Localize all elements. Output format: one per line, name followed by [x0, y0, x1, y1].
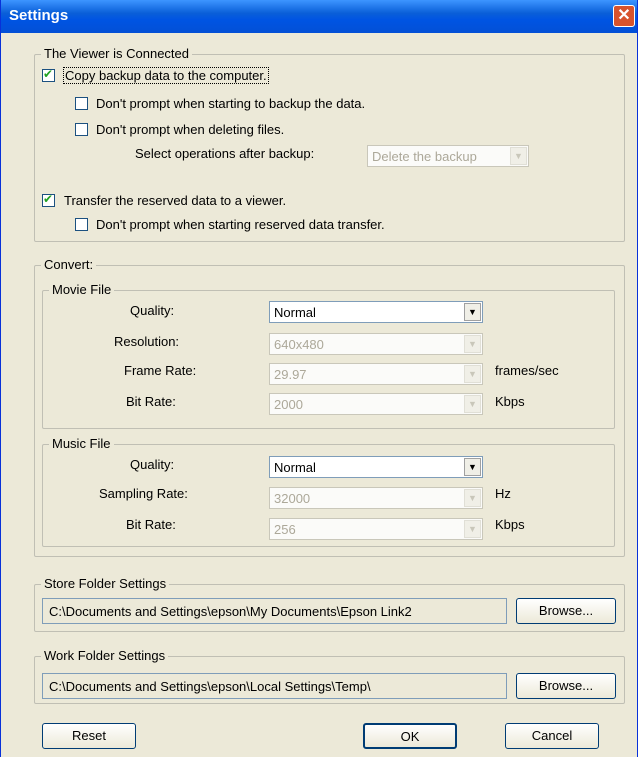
movie-quality-label: Quality:: [130, 303, 175, 318]
close-icon[interactable]: ✕: [613, 5, 635, 27]
chevron-down-icon[interactable]: ▼: [464, 458, 481, 476]
music-sampling-select[interactable]: 32000 ▼: [269, 487, 483, 509]
after-backup-value: Delete the backup: [372, 149, 477, 164]
work-browse-button[interactable]: Browse...: [516, 673, 616, 699]
movie-bit-rate-label: Bit Rate:: [126, 394, 176, 409]
store-folder-path: C:\Documents and Settings\epson\My Docum…: [42, 598, 507, 624]
after-backup-select[interactable]: Delete the backup ▼: [367, 145, 529, 167]
title-bar: Settings ✕: [1, 0, 637, 33]
movie-frame-rate-label: Frame Rate:: [124, 363, 197, 378]
music-sampling-value: 32000: [274, 491, 311, 506]
movie-frame-rate-value: 29.97: [274, 367, 307, 382]
chevron-down-icon[interactable]: ▼: [464, 489, 481, 507]
music-quality-label: Quality:: [130, 457, 175, 472]
chevron-down-icon[interactable]: ▼: [464, 365, 481, 383]
music-bit-rate-value: 256: [274, 522, 296, 537]
no-prompt-transfer-checkbox[interactable]: [75, 218, 88, 231]
ok-button[interactable]: OK: [363, 723, 457, 749]
music-bit-rate-label: Bit Rate:: [126, 517, 176, 532]
movie-bit-rate-unit: Kbps: [495, 394, 525, 409]
after-backup-label: Select operations after backup:: [135, 146, 315, 161]
movie-resolution-value: 640x480: [274, 337, 324, 352]
reset-button[interactable]: Reset: [42, 723, 136, 749]
movie-frame-rate-unit: frames/sec: [495, 363, 559, 378]
no-prompt-backup-label[interactable]: Don't prompt when starting to backup the…: [96, 96, 365, 111]
chevron-down-icon[interactable]: ▼: [464, 520, 481, 538]
window-title: Settings: [9, 7, 69, 24]
movie-bit-rate-value: 2000: [274, 397, 303, 412]
settings-dialog: Settings ✕ The Viewer is Connected Copy …: [0, 0, 638, 757]
viewer-group-legend: The Viewer is Connected: [41, 46, 193, 61]
cancel-button[interactable]: Cancel: [505, 723, 599, 749]
transfer-reserved-label[interactable]: Transfer the reserved data to a viewer.: [64, 193, 286, 208]
no-prompt-delete-checkbox[interactable]: [75, 123, 88, 136]
music-sampling-label: Sampling Rate:: [99, 486, 188, 501]
chevron-down-icon[interactable]: ▼: [464, 335, 481, 353]
movie-quality-select[interactable]: Normal ▼: [269, 301, 483, 323]
chevron-down-icon[interactable]: ▼: [464, 303, 481, 321]
movie-quality-value: Normal: [274, 305, 316, 320]
music-quality-value: Normal: [274, 460, 316, 475]
music-sampling-unit: Hz: [495, 486, 511, 501]
movie-bit-rate-select[interactable]: 2000 ▼: [269, 393, 483, 415]
copy-backup-checkbox[interactable]: [42, 67, 55, 82]
no-prompt-transfer-label[interactable]: Don't prompt when starting reserved data…: [96, 217, 385, 232]
work-folder-legend: Work Folder Settings: [41, 648, 169, 663]
movie-frame-rate-select[interactable]: 29.97 ▼: [269, 363, 483, 385]
convert-group-legend: Convert:: [41, 257, 97, 272]
chevron-down-icon[interactable]: ▼: [510, 147, 527, 165]
store-folder-legend: Store Folder Settings: [41, 576, 170, 591]
music-bit-rate-unit: Kbps: [495, 517, 525, 532]
transfer-reserved-checkbox[interactable]: [42, 192, 55, 207]
no-prompt-backup-checkbox[interactable]: [75, 97, 88, 110]
music-quality-select[interactable]: Normal ▼: [269, 456, 483, 478]
no-prompt-delete-label[interactable]: Don't prompt when deleting files.: [96, 122, 284, 137]
copy-backup-label[interactable]: Copy backup data to the computer.: [63, 67, 269, 84]
movie-resolution-select[interactable]: 640x480 ▼: [269, 333, 483, 355]
movie-file-legend: Movie File: [49, 282, 115, 297]
music-file-legend: Music File: [49, 436, 114, 451]
music-bit-rate-select[interactable]: 256 ▼: [269, 518, 483, 540]
movie-resolution-label: Resolution:: [114, 334, 180, 349]
chevron-down-icon[interactable]: ▼: [464, 395, 481, 413]
work-folder-path: C:\Documents and Settings\epson\Local Se…: [42, 673, 507, 699]
store-browse-button[interactable]: Browse...: [516, 598, 616, 624]
